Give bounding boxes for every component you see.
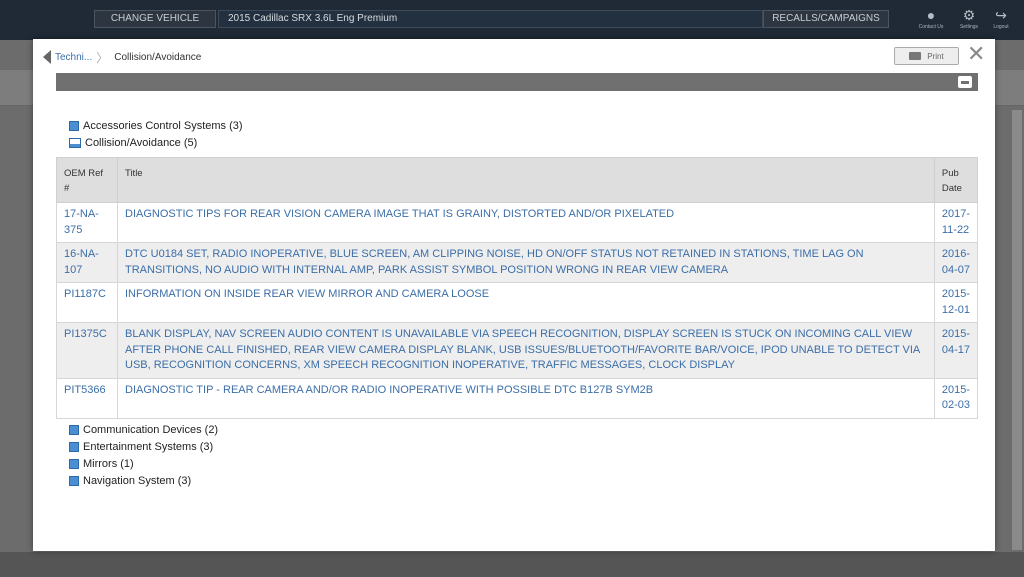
logout-icon: ↪ — [995, 7, 1007, 23]
category-item[interactable]: Navigation System (3) — [69, 472, 218, 489]
contact-us-button[interactable]: ● Contact Us — [916, 6, 946, 36]
category-list-top: Accessories Control Systems (3) Collisio… — [69, 117, 243, 151]
column-header-date[interactable]: Pub Date — [933, 157, 979, 203]
app-top-bar: CHANGE VEHICLE 2015 Cadillac SRX 3.6L En… — [0, 0, 1024, 40]
category-label: Navigation System (3) — [83, 474, 192, 487]
ref-cell[interactable]: PI1375C — [56, 322, 118, 379]
title-link[interactable]: DTC U0184 SET, RADIO INOPERATIVE, BLUE S… — [117, 242, 935, 283]
category-label: Entertainment Systems (3) — [83, 440, 214, 453]
category-item[interactable]: Communication Devices (2) — [69, 421, 218, 438]
date-cell[interactable]: 2015-04-17 — [933, 322, 979, 379]
logout-button[interactable]: ↪ Logout — [986, 6, 1016, 36]
ref-cell[interactable]: 17-NA-375 — [56, 202, 118, 243]
table-row[interactable]: PI1375C BLANK DISPLAY, NAV SCREEN AUDIO … — [56, 322, 979, 379]
date-cell[interactable]: 2015-02-03 — [933, 377, 979, 419]
breadcrumb-back-link[interactable]: Techni... — [55, 52, 92, 63]
column-header-ref[interactable]: OEM Ref # — [56, 157, 118, 203]
print-label: Print — [927, 51, 944, 61]
breadcrumb: Techni... 〉 Collision/Avoidance — [43, 49, 201, 65]
recalls-campaigns-button[interactable]: RECALLS/CAMPAIGNS — [763, 10, 889, 28]
app-scrollbar[interactable] — [1012, 110, 1022, 550]
category-list-bottom: Communication Devices (2) Entertainment … — [69, 421, 218, 489]
ref-cell[interactable]: 16-NA-107 — [56, 242, 118, 283]
category-item[interactable]: Mirrors (1) — [69, 455, 218, 472]
printer-icon — [909, 52, 922, 60]
breadcrumb-separator-icon: 〉 — [96, 50, 109, 65]
category-item-active[interactable]: Collision/Avoidance (5) — [69, 134, 243, 151]
book-closed-icon — [69, 475, 79, 486]
book-closed-icon — [69, 424, 79, 435]
ref-cell[interactable]: PIT5366 — [56, 377, 118, 419]
table-row[interactable]: PI1187C INFORMATION ON INSIDE REAR VIEW … — [56, 282, 979, 323]
title-link[interactable]: DIAGNOSTIC TIPS FOR REAR VISION CAMERA I… — [117, 202, 935, 243]
app-bottom-area — [0, 552, 1024, 577]
breadcrumb-current: Collision/Avoidance — [114, 51, 202, 63]
book-closed-icon — [69, 458, 79, 469]
document-toolbar — [56, 73, 978, 91]
vehicle-label: 2015 Cadillac SRX 3.6L Eng Premium — [218, 10, 763, 28]
book-open-icon — [69, 137, 81, 148]
ref-cell[interactable]: PI1187C — [56, 282, 118, 323]
chat-icon: ● — [926, 7, 936, 23]
bulletins-table: OEM Ref # Title Pub Date 17-NA-375 DIAGN… — [56, 157, 979, 419]
book-closed-icon — [69, 441, 79, 452]
date-cell[interactable]: 2015-12-01 — [933, 282, 979, 323]
table-row[interactable]: PIT5366 DIAGNOSTIC TIP - REAR CAMERA AND… — [56, 377, 979, 419]
category-label: Collision/Avoidance (5) — [85, 136, 198, 149]
print-button[interactable]: Print — [894, 47, 959, 65]
date-cell[interactable]: 2017-11-22 — [933, 202, 979, 243]
title-link[interactable]: BLANK DISPLAY, NAV SCREEN AUDIO CONTENT … — [117, 322, 935, 379]
document-modal: Techni... 〉 Collision/Avoidance Print ✕ … — [33, 39, 995, 551]
gear-icon: ⚙ — [962, 7, 976, 23]
category-label: Accessories Control Systems (3) — [83, 119, 243, 132]
date-cell[interactable]: 2016-04-07 — [933, 242, 979, 283]
book-closed-icon — [69, 120, 79, 131]
category-label: Mirrors (1) — [83, 457, 134, 470]
title-link[interactable]: INFORMATION ON INSIDE REAR VIEW MIRROR A… — [117, 282, 935, 323]
back-arrow-icon[interactable] — [43, 50, 51, 64]
table-row[interactable]: 16-NA-107 DTC U0184 SET, RADIO INOPERATI… — [56, 242, 979, 283]
printer-icon[interactable] — [958, 76, 972, 88]
category-item[interactable]: Accessories Control Systems (3) — [69, 117, 243, 134]
table-row[interactable]: 17-NA-375 DIAGNOSTIC TIPS FOR REAR VISIO… — [56, 202, 979, 243]
title-link[interactable]: DIAGNOSTIC TIP - REAR CAMERA AND/OR RADI… — [117, 377, 935, 419]
column-header-title[interactable]: Title — [117, 157, 935, 203]
category-item[interactable]: Entertainment Systems (3) — [69, 438, 218, 455]
table-header-row: OEM Ref # Title Pub Date — [56, 157, 979, 203]
close-icon[interactable]: ✕ — [967, 43, 985, 65]
settings-button[interactable]: ⚙ Settings — [954, 6, 984, 36]
category-label: Communication Devices (2) — [83, 423, 219, 436]
change-vehicle-button[interactable]: CHANGE VEHICLE — [94, 10, 216, 28]
